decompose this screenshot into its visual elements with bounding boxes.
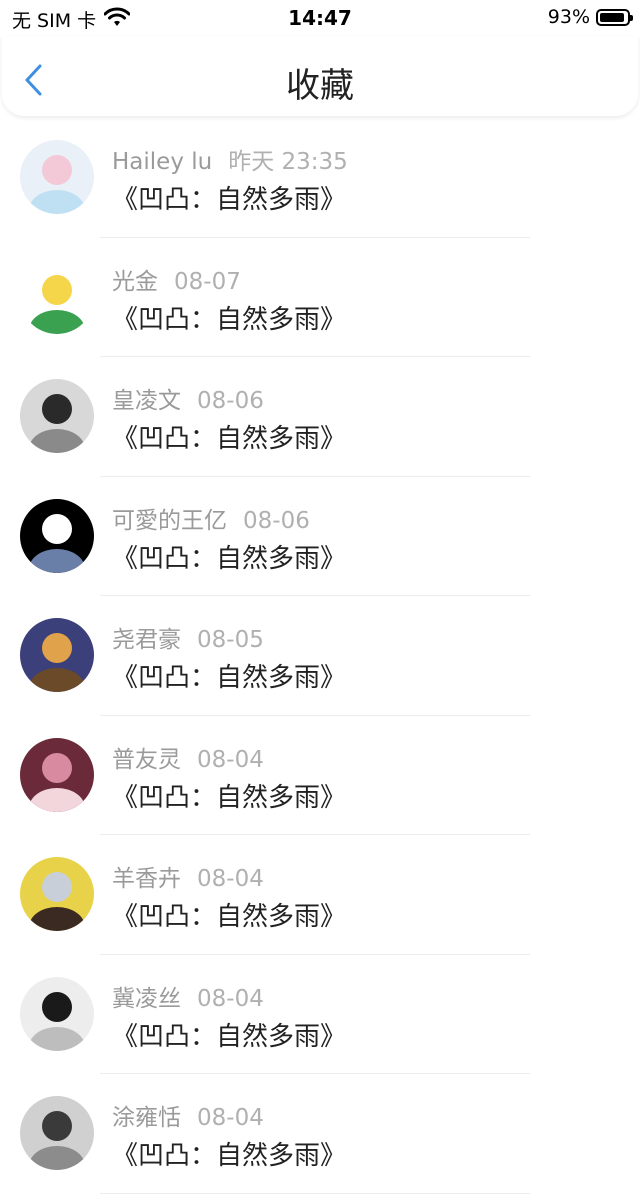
list-item[interactable]: Hailey lu 昨天 23:35 《凹凸：自然多雨》 bbox=[0, 118, 640, 238]
item-title[interactable]: 《凹凸：自然多雨》 bbox=[112, 777, 346, 814]
item-header: 羊香卉 08-04 bbox=[112, 859, 264, 893]
list-item[interactable]: 普友灵 08-04 《凹凸：自然多雨》 bbox=[0, 716, 640, 835]
item-header: 皇凌文 08-06 bbox=[112, 381, 264, 415]
timestamp: 08-04 bbox=[197, 746, 264, 773]
timestamp: 08-04 bbox=[197, 985, 264, 1012]
item-title[interactable]: 《凹凸：自然多雨》 bbox=[112, 657, 346, 694]
list-item[interactable]: 光金 08-07 《凹凸：自然多雨》 bbox=[0, 238, 640, 357]
item-header: 尧君豪 08-05 bbox=[112, 620, 264, 654]
item-title[interactable]: 《凹凸：自然多雨》 bbox=[112, 1135, 346, 1172]
item-header: 冀凌丝 08-04 bbox=[112, 979, 264, 1013]
avatar[interactable] bbox=[20, 498, 94, 573]
avatar[interactable] bbox=[20, 618, 94, 692]
item-title[interactable]: 《凹凸：自然多雨》 bbox=[112, 538, 346, 575]
item-title[interactable]: 《凹凸：自然多雨》 bbox=[112, 299, 346, 336]
list-item[interactable]: 皇凌文 08-06 《凹凸：自然多雨》 bbox=[0, 357, 640, 477]
clock: 14:47 bbox=[288, 6, 352, 30]
battery-level bbox=[600, 12, 625, 22]
battery-percent: 93% bbox=[547, 6, 590, 28]
timestamp: 昨天 23:35 bbox=[228, 149, 348, 175]
status-right: 93% bbox=[547, 6, 633, 28]
timestamp: 08-04 bbox=[197, 866, 264, 892]
list-item[interactable]: 涂雍恬 08-04 《凹凸：自然多雨》 bbox=[0, 1074, 640, 1194]
avatar[interactable] bbox=[20, 857, 94, 931]
page-title: 收藏 bbox=[286, 66, 354, 106]
username[interactable]: 尧君豪 bbox=[112, 627, 181, 653]
battery-icon bbox=[596, 8, 633, 26]
avatar[interactable] bbox=[20, 379, 94, 453]
list-item[interactable]: 冀凌丝 08-04 《凹凸：自然多雨》 bbox=[0, 955, 640, 1074]
item-header: 普友灵 08-04 bbox=[112, 740, 264, 774]
item-title[interactable]: 《凹凸：自然多雨》 bbox=[112, 1016, 346, 1053]
username[interactable]: 冀凌丝 bbox=[112, 986, 181, 1012]
timestamp: 08-05 bbox=[197, 627, 264, 653]
avatar[interactable] bbox=[20, 140, 94, 214]
list-item[interactable]: 尧君豪 08-05 《凹凸：自然多雨》 bbox=[0, 596, 640, 716]
timestamp: 08-06 bbox=[197, 388, 264, 414]
navigation-bar: 收藏 bbox=[2, 36, 638, 116]
username[interactable]: 可愛的王亿 bbox=[112, 508, 227, 534]
username[interactable]: 普友灵 bbox=[112, 747, 181, 773]
username[interactable]: 皇凌文 bbox=[112, 388, 181, 414]
item-header: 光金 08-07 bbox=[112, 262, 241, 296]
avatar[interactable] bbox=[20, 737, 94, 812]
favorites-list: Hailey lu 昨天 23:35 《凹凸：自然多雨》 光金 08-07 《凹凸：自然多… bbox=[0, 118, 640, 1194]
avatar[interactable] bbox=[20, 1096, 94, 1170]
item-title[interactable]: 《凹凸：自然多雨》 bbox=[112, 418, 346, 455]
timestamp: 08-04 bbox=[197, 1105, 264, 1131]
item-title[interactable]: 《凹凸：自然多雨》 bbox=[112, 896, 346, 933]
status-bar: 无 SIM 卡 14:47 93% bbox=[0, 0, 640, 36]
avatar[interactable] bbox=[20, 976, 94, 1051]
item-header: Hailey lu 昨天 23:35 bbox=[112, 142, 348, 176]
username[interactable]: Hailey lu bbox=[112, 149, 212, 175]
list-item[interactable]: 羊香卉 08-04 《凹凸：自然多雨》 bbox=[0, 835, 640, 955]
username[interactable]: 涂雍恬 bbox=[112, 1105, 181, 1131]
username[interactable]: 光金 bbox=[112, 269, 158, 295]
list-item[interactable]: 可愛的王亿 08-06 《凹凸：自然多雨》 bbox=[0, 477, 640, 596]
divider bbox=[100, 1192, 530, 1194]
timestamp: 08-07 bbox=[174, 268, 241, 295]
timestamp: 08-06 bbox=[243, 507, 310, 534]
item-header: 可愛的王亿 08-06 bbox=[112, 501, 310, 535]
avatar[interactable] bbox=[20, 259, 94, 334]
username[interactable]: 羊香卉 bbox=[112, 866, 181, 892]
item-title[interactable]: 《凹凸：自然多雨》 bbox=[112, 179, 346, 216]
item-header: 涂雍恬 08-04 bbox=[112, 1098, 264, 1132]
